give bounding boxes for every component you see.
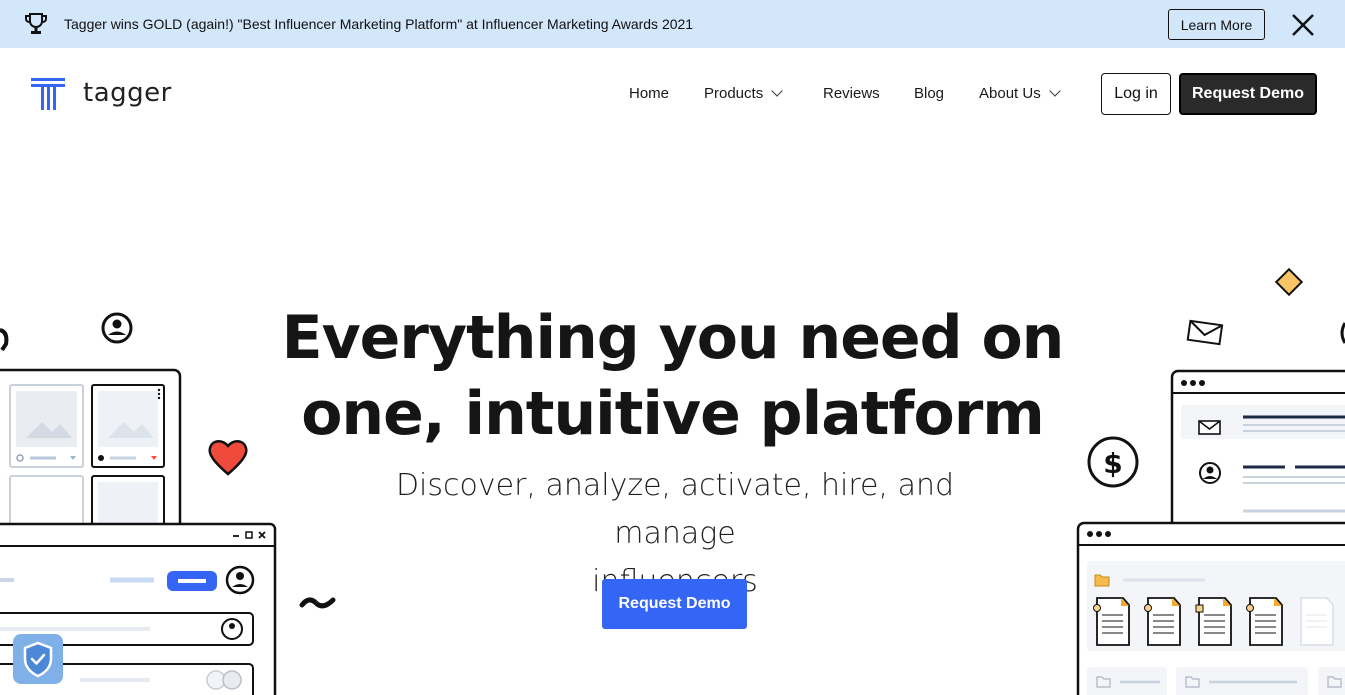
trophy-icon	[25, 13, 47, 34]
hero-title-line-1: Everything you need on	[281, 303, 1065, 373]
close-icon[interactable]	[1290, 12, 1316, 38]
nav-about-us-label: About Us	[979, 85, 1041, 102]
request-demo-hero-button[interactable]: Request Demo	[602, 579, 747, 629]
nav-products[interactable]: Products	[704, 85, 783, 102]
diamond-decoration	[1274, 267, 1304, 297]
hero-title-line-2: one, intuitive platform	[301, 379, 1045, 449]
shield-check-icon	[23, 641, 53, 678]
nav-about-us[interactable]: About Us	[979, 85, 1061, 102]
right-illustration: $	[1076, 267, 1345, 695]
image-card	[9, 384, 84, 468]
document-icon	[1246, 597, 1283, 646]
svg-text:$: $	[1103, 447, 1122, 480]
document-icon	[1300, 597, 1334, 646]
nav-reviews-label: Reviews	[823, 85, 880, 102]
announcement-bar: Tagger wins GOLD (again!) "Best Influenc…	[0, 0, 1345, 48]
user-avatar-icon	[225, 565, 255, 595]
brand-name[interactable]: tagger	[83, 78, 172, 108]
document-icon	[1195, 597, 1232, 646]
document-icon	[1093, 597, 1130, 646]
user-avatar-icon	[221, 618, 243, 640]
nav-blog[interactable]: Blog	[914, 85, 944, 102]
dollar-icon: $	[1087, 436, 1139, 488]
magnifier-icon	[0, 328, 9, 352]
chevron-down-icon	[1049, 85, 1061, 97]
privacy-shield-button[interactable]	[13, 634, 63, 684]
request-demo-nav-button[interactable]: Request Demo	[1179, 73, 1317, 115]
document-icon	[1144, 597, 1181, 646]
image-card	[91, 384, 165, 468]
user-avatar-icon	[101, 312, 133, 344]
announcement-text: Tagger wins GOLD (again!) "Best Influenc…	[64, 16, 694, 32]
nav-home-label: Home	[629, 85, 670, 102]
nav-reviews[interactable]: Reviews	[823, 85, 880, 102]
tagger-logo-icon[interactable]	[31, 77, 65, 111]
nav-products-label: Products	[704, 85, 764, 102]
learn-more-button[interactable]: Learn More	[1168, 9, 1265, 40]
chevron-down-icon	[771, 85, 783, 97]
heart-icon	[208, 440, 248, 476]
squiggle-decoration	[299, 597, 336, 609]
nav-blog-label: Blog	[914, 85, 945, 102]
hero-subtitle-line-1: Discover, analyze, activate, hire, and m…	[395, 468, 955, 551]
envelope-icon	[1186, 319, 1224, 346]
nav-home[interactable]: Home	[629, 85, 669, 102]
login-button[interactable]: Log in	[1101, 73, 1171, 115]
